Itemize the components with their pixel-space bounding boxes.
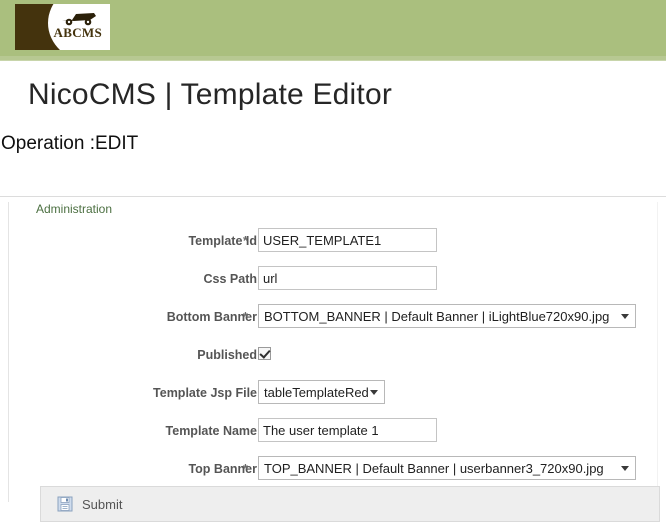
save-icon	[57, 496, 73, 512]
label-template-jsp-file: Template Jsp File	[153, 386, 257, 400]
required-marker-bottom-banner: *	[243, 310, 248, 324]
cart-icon	[62, 13, 96, 26]
form-row-template-jsp-file: Template Jsp File tableTemplateRed	[0, 380, 666, 418]
required-marker-template-id: *	[243, 234, 248, 248]
template-form: Template Id * Css Path Bottom Banner * B…	[0, 228, 666, 494]
form-row-css-path: Css Path	[0, 266, 666, 304]
content-divider	[0, 196, 666, 197]
submit-button[interactable]: Submit	[40, 486, 660, 522]
template-name-input[interactable]	[258, 418, 437, 442]
label-published: Published	[197, 348, 257, 362]
label-css-path: Css Path	[203, 272, 258, 286]
field-css-path	[258, 266, 437, 290]
template-jsp-file-selected-value: tableTemplateRed	[264, 384, 369, 400]
bottom-banner-select[interactable]: BOTTOM_BANNER | Default Banner | iLightB…	[258, 304, 636, 328]
form-row-bottom-banner: Bottom Banner * BOTTOM_BANNER | Default …	[0, 304, 666, 342]
label-template-name: Template Name	[165, 424, 257, 438]
submit-label: Submit	[82, 496, 123, 512]
field-bottom-banner: BOTTOM_BANNER | Default Banner | iLightB…	[258, 304, 636, 328]
template-id-input[interactable]	[258, 228, 437, 252]
chevron-down-icon	[621, 314, 629, 319]
form-row-template-id: Template Id *	[0, 228, 666, 266]
published-checkbox[interactable]	[258, 347, 271, 360]
top-banner-selected-value: TOP_BANNER | Default Banner | userbanner…	[264, 460, 604, 476]
bottom-banner-selected-value: BOTTOM_BANNER | Default Banner | iLightB…	[264, 308, 610, 324]
form-row-published: Published	[0, 342, 666, 380]
field-template-jsp-file: tableTemplateRed	[258, 380, 385, 404]
site-logo[interactable]: ABCMS	[15, 4, 110, 50]
logo-text: ABCMS	[53, 25, 102, 40]
page-title: NicoCMS | Template Editor	[28, 78, 393, 111]
css-path-input[interactable]	[258, 266, 437, 290]
field-published	[258, 342, 271, 360]
operation-status: Operation :EDIT	[1, 133, 139, 154]
template-jsp-file-select[interactable]: tableTemplateRed	[258, 380, 385, 404]
form-row-template-name: Template Name	[0, 418, 666, 456]
chevron-down-icon	[621, 466, 629, 471]
top-banner-select[interactable]: TOP_BANNER | Default Banner | userbanner…	[258, 456, 636, 480]
header-band-edge	[0, 56, 666, 61]
required-marker-top-banner: *	[243, 462, 248, 476]
field-top-banner: TOP_BANNER | Default Banner | userbanner…	[258, 456, 636, 480]
fieldset-legend: Administration	[32, 202, 117, 216]
field-template-id	[258, 228, 437, 252]
field-template-name	[258, 418, 437, 442]
chevron-down-icon	[370, 390, 378, 395]
